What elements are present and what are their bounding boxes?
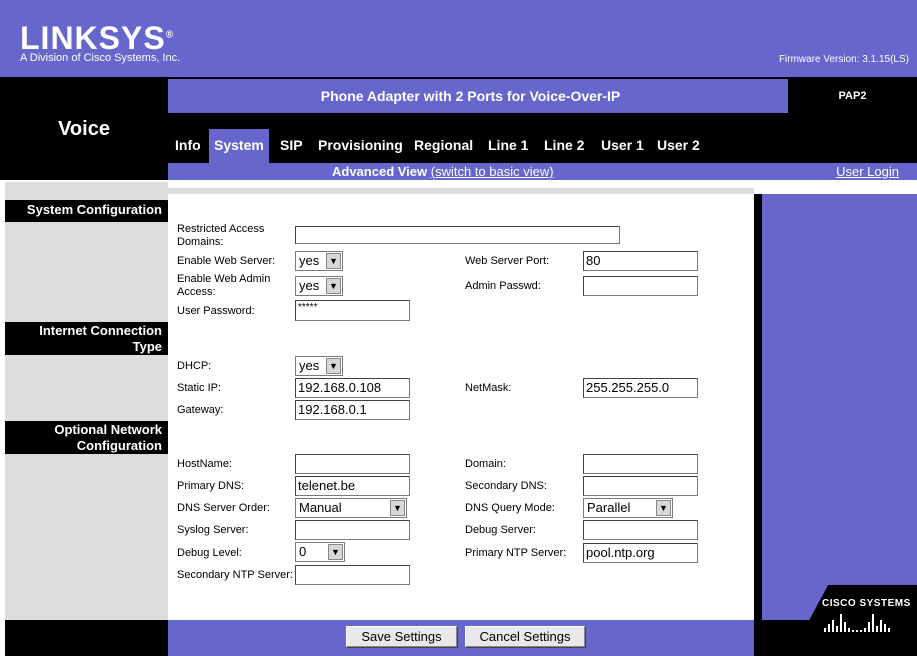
enable-web-admin-label-line1: Enable Web Admin	[177, 273, 271, 285]
enable-web-server-value: yes	[299, 253, 320, 268]
primary-dns-input[interactable]: telenet.be	[295, 476, 410, 496]
web-server-port-label: Web Server Port:	[465, 255, 550, 267]
dns-server-order-value: Manual	[299, 500, 342, 515]
tab-user-2[interactable]: User 2	[657, 137, 700, 153]
dhcp-value: yes	[299, 358, 320, 373]
tab-user-1[interactable]: User 1	[601, 137, 644, 153]
primary-ntp-server-label: Primary NTP Server:	[465, 547, 567, 559]
user-password-label: User Password:	[177, 305, 255, 317]
top-divider	[168, 188, 754, 194]
gateway-label: Gateway:	[177, 404, 224, 416]
dns-query-mode-label: DNS Query Mode:	[465, 502, 555, 514]
gateway-input[interactable]: 192.168.0.1	[295, 400, 410, 420]
hostname-input[interactable]	[295, 454, 410, 474]
primary-ntp-server-input[interactable]: pool.ntp.org	[583, 543, 698, 563]
logo-subtitle: A Division of Cisco Systems, Inc.	[20, 52, 181, 64]
product-title: Phone Adapter with 2 Ports for Voice-Ove…	[320, 88, 621, 104]
section-internet-connection-line2: Type	[132, 339, 162, 354]
right-column	[762, 194, 917, 622]
section-system-configuration: System Configuration	[5, 200, 168, 222]
primary-dns-label: Primary DNS:	[177, 480, 245, 492]
section-optional-network-line2: Configuration	[76, 438, 162, 453]
section-internet-connection-type: Internet Connection Type	[5, 322, 168, 355]
secondary-ntp-server-input[interactable]	[295, 565, 410, 585]
enable-web-admin-access-select[interactable]: yes ▼	[295, 276, 343, 296]
footer-bar	[168, 620, 754, 656]
right-column-shadow	[754, 194, 762, 622]
dns-server-order-label: DNS Server Order:	[177, 502, 270, 514]
netmask-input[interactable]: 255.255.255.0	[583, 378, 698, 398]
section-optional-network-configuration: Optional Network Configuration	[5, 421, 168, 454]
cisco-bridge-icon	[824, 614, 890, 632]
debug-server-label: Debug Server:	[465, 524, 536, 536]
section-voice: Voice	[58, 118, 110, 140]
tab-regional[interactable]: Regional	[414, 137, 473, 153]
syslog-server-label: Syslog Server:	[177, 524, 249, 536]
tab-line-2[interactable]: Line 2	[544, 137, 584, 153]
switch-to-basic-view-link[interactable]: (switch to basic view)	[431, 164, 554, 179]
dhcp-select[interactable]: yes ▼	[295, 356, 343, 376]
restricted-access-label-line1: Restricted Access	[177, 223, 265, 235]
secondary-dns-input[interactable]	[583, 476, 698, 496]
enable-web-admin-value: yes	[299, 278, 320, 293]
debug-level-value: 0	[299, 544, 307, 559]
user-password-input[interactable]: *****	[295, 300, 410, 321]
chevron-down-icon[interactable]: ▼	[328, 544, 343, 560]
footer-left	[5, 620, 168, 656]
dns-query-mode-select[interactable]: Parallel ▼	[583, 498, 673, 518]
chevron-down-icon[interactable]: ▼	[326, 253, 341, 269]
tab-system[interactable]: System	[209, 129, 269, 164]
enable-web-server-label: Enable Web Server:	[177, 255, 276, 267]
dhcp-label: DHCP:	[177, 360, 212, 372]
debug-server-input[interactable]	[583, 520, 698, 540]
cisco-systems-logo: Cisco Systems	[822, 598, 911, 609]
chevron-down-icon[interactable]: ▼	[326, 358, 341, 374]
tab-provisioning[interactable]: Provisioning	[318, 137, 403, 153]
debug-level-label: Debug Level:	[177, 547, 242, 559]
hostname-label: HostName:	[177, 458, 233, 470]
enable-web-admin-label-line2: Access:	[177, 286, 216, 298]
restricted-access-label-line2: Domains:	[177, 236, 224, 248]
admin-passwd-label: Admin Passwd:	[465, 280, 541, 292]
chevron-down-icon[interactable]: ▼	[390, 500, 405, 516]
enable-web-admin-access-label: Enable Web Admin Access:	[177, 273, 270, 299]
static-ip-input[interactable]: 192.168.0.108	[295, 378, 410, 398]
debug-level-select[interactable]: 0 ▼	[295, 542, 345, 562]
restricted-access-domains-input[interactable]	[295, 226, 620, 244]
web-server-port-input[interactable]: 80	[583, 251, 698, 271]
restricted-access-domains-label: Restricted Access Domains:	[177, 223, 264, 249]
netmask-label: NetMask:	[465, 382, 512, 394]
tab-info[interactable]: Info	[175, 137, 201, 153]
section-optional-network-line1: Optional Network	[54, 422, 162, 437]
tab-line-1[interactable]: Line 1	[488, 137, 528, 153]
dns-server-order-select[interactable]: Manual ▼	[295, 498, 407, 518]
syslog-server-input[interactable]	[295, 520, 410, 540]
secondary-dns-label: Secondary DNS:	[465, 480, 547, 492]
static-ip-label: Static IP:	[177, 382, 222, 394]
tab-sip[interactable]: SIP	[280, 137, 303, 153]
firmware-version: Firmware Version: 3.1.15(LS)	[778, 54, 909, 65]
section-internet-connection-line1: Internet Connection	[39, 323, 162, 338]
dns-query-mode-value: Parallel	[587, 500, 631, 515]
left-column	[5, 182, 168, 622]
view-mode: Advanced View (switch to basic view)	[332, 164, 554, 179]
cancel-settings-button[interactable]: Cancel Settings	[465, 626, 585, 647]
domain-input[interactable]	[583, 454, 698, 474]
chevron-down-icon[interactable]: ▼	[656, 500, 671, 516]
model-name: PAP2	[838, 90, 867, 102]
enable-web-server-select[interactable]: yes ▼	[295, 251, 343, 271]
secondary-ntp-server-label: Secondary NTP Server:	[177, 569, 293, 581]
domain-label: Domain:	[465, 458, 506, 470]
chevron-down-icon[interactable]: ▼	[326, 278, 341, 294]
admin-passwd-input[interactable]	[583, 276, 698, 296]
user-login-link[interactable]: User Login	[836, 164, 899, 179]
view-mode-label: Advanced View	[332, 164, 428, 179]
save-settings-button[interactable]: Save Settings	[346, 626, 457, 647]
